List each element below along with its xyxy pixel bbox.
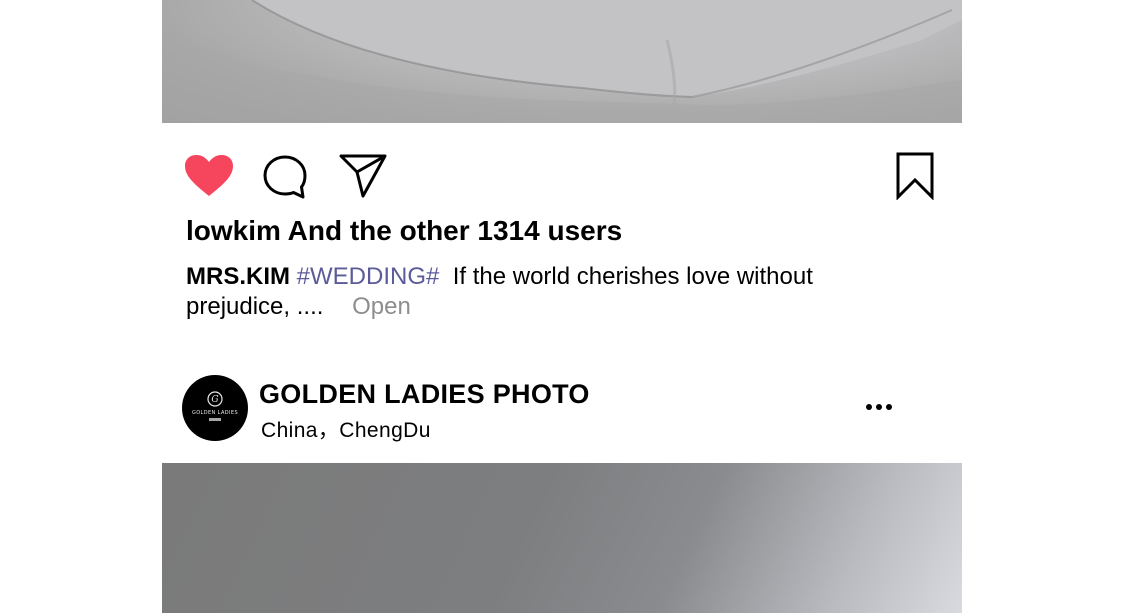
likes-count[interactable]: lowkim And the other 1314 users	[186, 215, 622, 247]
post-location[interactable]: China，ChengDu	[261, 414, 431, 444]
comment-icon[interactable]	[262, 154, 308, 200]
post-header: G GOLDEN LADIES GOLDEN LADIES PHOTO Chin…	[162, 372, 962, 444]
golden-ladies-logo: G GOLDEN LADIES	[192, 391, 238, 421]
caption-username[interactable]: MRS.KIM	[186, 263, 290, 290]
bookmark-icon[interactable]	[895, 152, 935, 200]
paper-plane-icon[interactable]	[338, 152, 388, 200]
caption-hashtag[interactable]: #WEDDING#	[297, 263, 440, 290]
avatar[interactable]: G GOLDEN LADIES	[182, 375, 248, 441]
svg-text:G: G	[211, 395, 218, 405]
post-actions	[162, 150, 962, 200]
more-options-icon[interactable]	[865, 402, 895, 412]
heart-icon[interactable]	[184, 154, 234, 198]
post-caption: MRS.KIM #WEDDING# If the world cherishes…	[186, 262, 886, 322]
account-name[interactable]: GOLDEN LADIES PHOTO	[259, 379, 590, 410]
caption-open-link[interactable]: Open	[352, 293, 411, 320]
dress-fabric-graphic	[162, 0, 962, 123]
post-photo[interactable]	[162, 0, 962, 123]
post-photo[interactable]	[162, 463, 962, 613]
feed: lowkim And the other 1314 users MRS.KIM …	[162, 0, 962, 613]
svg-text:GOLDEN LADIES: GOLDEN LADIES	[192, 410, 238, 416]
